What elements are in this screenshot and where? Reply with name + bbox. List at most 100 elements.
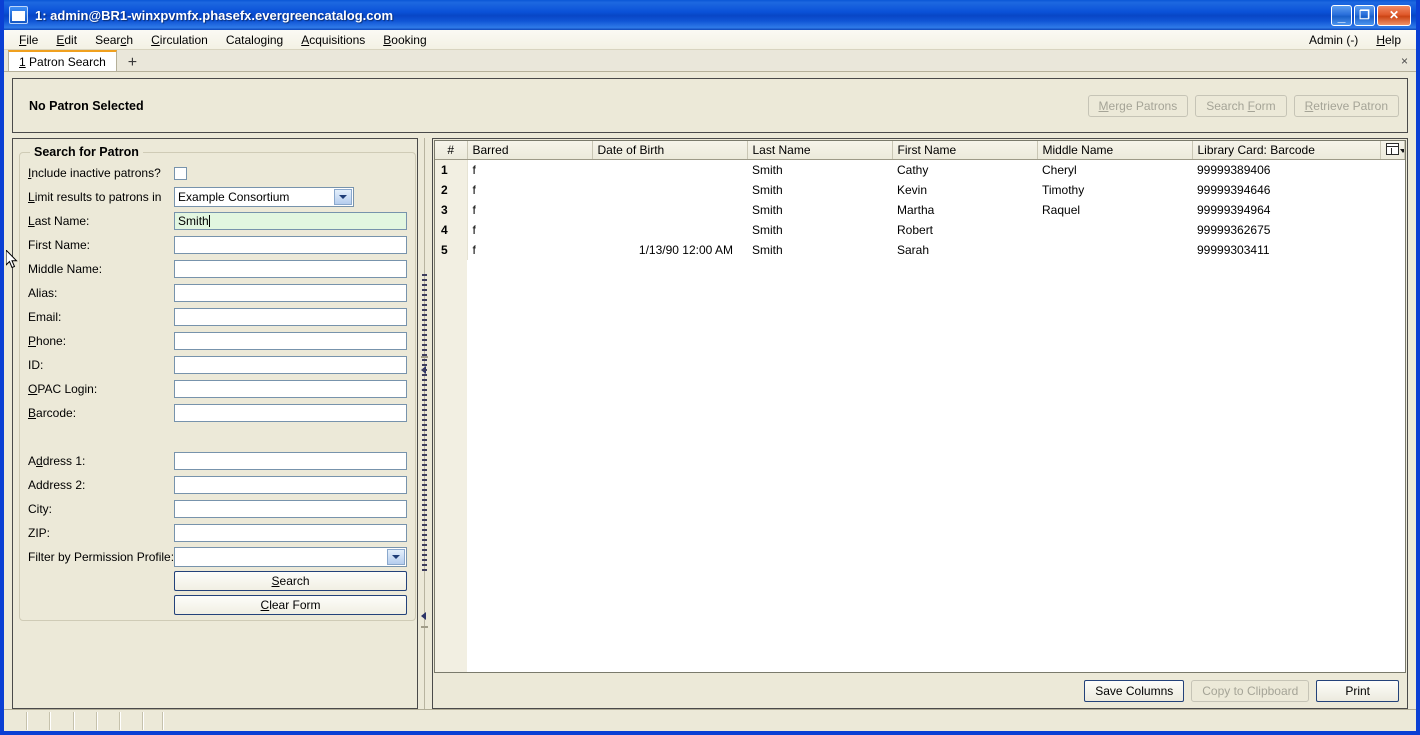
status-segment-fill: [164, 712, 1416, 730]
last-name-input[interactable]: Smith: [174, 212, 408, 230]
column-header-middle-name[interactable]: Middle Name: [1037, 141, 1193, 160]
cell-spacer: [1381, 220, 1405, 240]
column-header-last-name[interactable]: Last Name: [747, 141, 893, 160]
retrieve-patron-button[interactable]: Retrieve Patron: [1293, 94, 1399, 117]
close-tab-button[interactable]: ×: [1401, 54, 1408, 68]
last-name-label: Last Name:: [28, 214, 90, 228]
maximize-icon: ❐: [1359, 8, 1370, 22]
form-row-zip: ZIP:: [28, 521, 408, 545]
form-row-include-inactive: Include inactive patrons?: [28, 161, 407, 185]
org-unit-select[interactable]: Example Consortium: [174, 187, 355, 207]
chevron-down-icon: [387, 549, 406, 565]
zip-input[interactable]: [174, 524, 408, 542]
table-row[interactable]: 1 f Smith Cathy Cheryl 99999389406: [435, 159, 1405, 181]
close-window-button[interactable]: ✕: [1377, 4, 1411, 26]
window-controls: _ ❐ ✕: [1331, 4, 1414, 26]
cell-last-name: Smith: [752, 183, 783, 197]
permission-profile-select[interactable]: [174, 547, 408, 567]
id-label: ID:: [28, 358, 44, 372]
new-tab-button[interactable]: +: [124, 55, 141, 71]
cell-date-of-birth: 1/13/90 12:00 AM: [638, 243, 733, 257]
cell-first-name: Martha: [897, 203, 935, 217]
tab-strip: 1 Patron Search + ×: [4, 50, 1416, 72]
city-label: City:: [28, 502, 52, 516]
content-area: No Patron Selected Merge Patrons Search …: [4, 72, 1416, 709]
table-row[interactable]: 3 f Smith Martha Raquel 99999394964: [435, 200, 1405, 220]
column-header-library-card-barcode[interactable]: Library Card: Barcode: [1192, 141, 1381, 160]
menu-item-file[interactable]: File: [10, 31, 47, 49]
form-row-permission-profile: Filter by Permission Profile:: [28, 545, 408, 569]
barcode-input[interactable]: [174, 404, 408, 422]
city-input[interactable]: [174, 500, 408, 518]
status-segment-3: [51, 712, 75, 730]
menu-item-acquisitions[interactable]: Acquisitions: [292, 31, 374, 49]
menu-item-help[interactable]: Help: [1367, 31, 1410, 49]
search-form-table: Include inactive patrons? Limit results …: [28, 161, 408, 617]
menu-item-admin[interactable]: Admin (-): [1300, 31, 1367, 49]
email-input[interactable]: [174, 308, 408, 326]
merge-patrons-button[interactable]: Merge Patrons: [1087, 94, 1189, 117]
column-picker-button[interactable]: [1380, 141, 1405, 160]
copy-to-clipboard-button[interactable]: Copy to Clipboard: [1191, 680, 1310, 702]
cell-date-of-birth: [592, 220, 747, 240]
form-row-alias: Alias:: [28, 281, 408, 305]
minimize-button[interactable]: _: [1331, 4, 1352, 26]
permission-profile-label: Filter by Permission Profile:: [28, 550, 175, 564]
print-button[interactable]: Print: [1316, 680, 1399, 702]
include-inactive-label: Include inactive patrons?: [28, 166, 161, 180]
menu-item-search[interactable]: Search: [86, 31, 142, 49]
menu-item-booking[interactable]: Booking: [374, 31, 435, 49]
clear-form-button[interactable]: Clear Form: [174, 595, 408, 615]
maximize-button[interactable]: ❐: [1354, 4, 1375, 26]
tab-label: Patron Search: [29, 54, 106, 69]
application-window: 1: admin@BR1-winxpvmfx.phasefx.evergreen…: [0, 0, 1420, 735]
cell-last-name: Smith: [752, 163, 783, 177]
column-header-barred[interactable]: Barred: [467, 141, 593, 160]
column-header-number[interactable]: #: [435, 141, 468, 160]
cell-middle-name: [1037, 220, 1192, 240]
column-header-date-of-birth[interactable]: Date of Birth: [592, 141, 748, 160]
table-row[interactable]: 2 f Smith Kevin Timothy 99999394646: [435, 180, 1405, 200]
cell-date-of-birth: [592, 160, 747, 181]
pane-splitter[interactable]: [418, 138, 432, 709]
cell-last-name: Smith: [752, 223, 783, 237]
results-table: # Barred Date of Birth Last Name First N…: [435, 141, 1405, 260]
address2-input[interactable]: [174, 476, 408, 494]
row-number: 4: [435, 220, 468, 240]
menu-item-cataloging[interactable]: Cataloging: [217, 31, 292, 49]
tab-number: 1: [19, 54, 26, 69]
chevron-down-icon: [1400, 149, 1404, 153]
cell-middle-name: [1037, 240, 1192, 260]
address1-input[interactable]: [174, 452, 408, 470]
include-inactive-checkbox[interactable]: [174, 166, 188, 180]
search-form-button[interactable]: Search Form: [1195, 94, 1287, 117]
table-row[interactable]: 5 f 1/13/90 12:00 AM Smith Sarah 9999930…: [435, 240, 1405, 260]
column-header-first-name[interactable]: First Name: [892, 141, 1038, 160]
zip-label: ZIP:: [28, 526, 51, 540]
results-empty-space: [435, 260, 1405, 672]
split-container: Search for Patron Include inactive patro…: [12, 133, 1408, 709]
save-columns-button[interactable]: Save Columns: [1084, 680, 1185, 702]
splitter-cap-bottom: [421, 626, 428, 628]
alias-input[interactable]: [174, 284, 408, 302]
chevron-down-icon: [334, 189, 353, 205]
middle-name-input[interactable]: [174, 260, 408, 278]
form-row-address1: Address 1:: [28, 449, 408, 473]
opac-login-input[interactable]: [174, 380, 408, 398]
menu-item-circulation[interactable]: Circulation: [142, 31, 217, 49]
results-grid: # Barred Date of Birth Last Name First N…: [434, 140, 1406, 673]
menu-item-edit[interactable]: Edit: [47, 31, 86, 49]
splitter-grip[interactable]: [422, 273, 427, 574]
splitter-collapse-left-icon-2[interactable]: [421, 612, 426, 620]
address2-label: Address 2:: [28, 478, 86, 492]
table-row[interactable]: 4 f Smith Robert 99999362675: [435, 220, 1405, 240]
phone-input[interactable]: [174, 332, 408, 350]
cell-barred: f: [472, 183, 476, 197]
first-name-input[interactable]: [174, 236, 408, 254]
tab-patron-search[interactable]: 1 Patron Search: [8, 50, 117, 71]
id-input[interactable]: [174, 356, 408, 374]
org-unit-selected-value: Example Consortium: [178, 190, 290, 204]
cell-date-of-birth: [592, 200, 747, 220]
search-button[interactable]: Search: [174, 571, 408, 591]
column-chooser-icon: [1386, 143, 1399, 155]
